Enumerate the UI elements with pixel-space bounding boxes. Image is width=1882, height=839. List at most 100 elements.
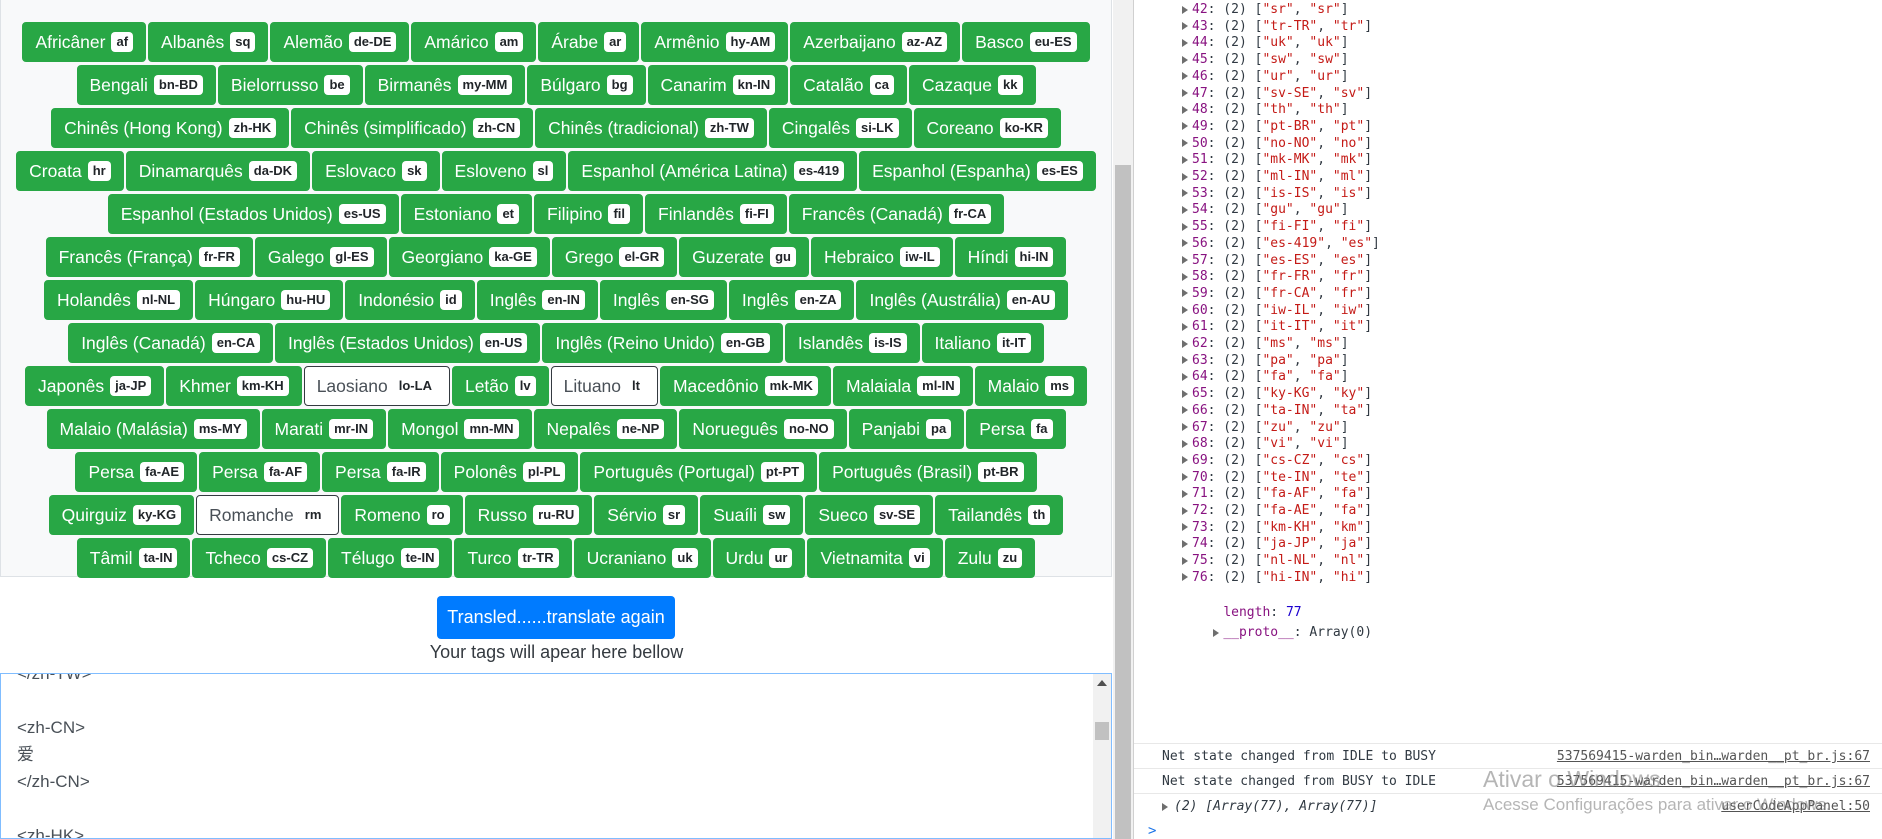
- scroll-up-arrow-icon[interactable]: [1097, 680, 1107, 686]
- expand-triangle-icon[interactable]: [1182, 322, 1188, 331]
- expand-triangle-icon[interactable]: [1182, 372, 1188, 381]
- language-button-gu[interactable]: Guzerate gu: [679, 237, 809, 277]
- expand-triangle-icon[interactable]: [1182, 55, 1188, 64]
- language-button-ru-RU[interactable]: Russo ru-RU: [464, 495, 593, 535]
- language-button-et[interactable]: Estoniano et: [400, 194, 533, 234]
- language-button-it-IT[interactable]: Italiano it-IT: [921, 323, 1044, 363]
- language-button-fa-AF[interactable]: Persa fa-AF: [199, 452, 321, 492]
- language-button-da-DK[interactable]: Dinamarquês da-DK: [125, 151, 311, 191]
- language-button-zh-CN[interactable]: Chinês (simplificado) zh-CN: [291, 108, 534, 148]
- expand-triangle-icon[interactable]: [1182, 473, 1188, 482]
- expand-triangle-icon[interactable]: [1182, 122, 1188, 131]
- language-button-hy-AM[interactable]: Armênio hy-AM: [641, 22, 789, 62]
- language-button-en-SG[interactable]: Inglês en-SG: [599, 280, 727, 320]
- language-button-fi-FI[interactable]: Finlandês fi-FI: [645, 194, 787, 234]
- language-button-sq[interactable]: Albanês sq: [148, 22, 269, 62]
- language-button-fa-IR[interactable]: Persa fa-IR: [322, 452, 439, 492]
- language-button-sw[interactable]: Suaíli sw: [700, 495, 804, 535]
- language-button-ms-MY[interactable]: Malaio (Malásia) ms-MY: [46, 409, 260, 449]
- language-button-ms[interactable]: Malaio ms: [974, 366, 1087, 406]
- language-button-am[interactable]: Amárico am: [411, 22, 537, 62]
- expand-triangle-icon[interactable]: [1182, 72, 1188, 81]
- language-button-en-AU[interactable]: Inglês (Austrália) en-AU: [856, 280, 1069, 320]
- language-button-pt-BR[interactable]: Português (Brasil) pt-BR: [819, 452, 1037, 492]
- language-button-lv[interactable]: Letão lv: [451, 366, 549, 406]
- expand-triangle-icon[interactable]: [1182, 523, 1188, 532]
- language-button-rm[interactable]: Romanche rm: [196, 495, 340, 535]
- page-scrollbar[interactable]: [1113, 0, 1133, 839]
- language-button-el-GR[interactable]: Grego el-GR: [551, 237, 678, 277]
- expand-triangle-icon[interactable]: [1182, 489, 1188, 498]
- language-button-hr[interactable]: Croata hr: [16, 151, 124, 191]
- expand-triangle-icon[interactable]: [1182, 5, 1188, 14]
- language-button-hu-HU[interactable]: Húngaro hu-HU: [195, 280, 344, 320]
- expand-triangle-icon[interactable]: [1182, 439, 1188, 448]
- language-button-pa[interactable]: Panjabi pa: [848, 409, 965, 449]
- expand-triangle-icon[interactable]: [1182, 573, 1188, 582]
- expand-triangle-icon[interactable]: [1182, 189, 1188, 198]
- language-button-kn-IN[interactable]: Canarim kn-IN: [647, 65, 789, 105]
- language-button-ml-IN[interactable]: Malaiala ml-IN: [832, 366, 973, 406]
- language-button-af[interactable]: Africâner af: [22, 22, 147, 62]
- page-scroll-thumb[interactable]: [1115, 165, 1131, 839]
- language-button-ky-KG[interactable]: Quirguiz ky-KG: [48, 495, 195, 535]
- language-button-ro[interactable]: Romeno ro: [341, 495, 463, 535]
- language-button-si-LK[interactable]: Cingalês si-LK: [768, 108, 912, 148]
- language-button-pt-PT[interactable]: Português (Portugal) pt-PT: [580, 452, 818, 492]
- language-button-sv-SE[interactable]: Sueco sv-SE: [805, 495, 934, 535]
- language-button-ka-GE[interactable]: Georgiano ka-GE: [388, 237, 550, 277]
- language-button-en-IN[interactable]: Inglês en-IN: [476, 280, 598, 320]
- language-button-cs-CZ[interactable]: Tcheco cs-CZ: [192, 538, 327, 578]
- expand-triangle-icon[interactable]: [1182, 389, 1188, 398]
- language-button-ne-NP[interactable]: Nepalês ne-NP: [533, 409, 678, 449]
- language-button-lo-LA[interactable]: Laosiano lo-LA: [303, 366, 450, 406]
- expand-triangle-icon[interactable]: [1182, 155, 1188, 164]
- expand-triangle-icon[interactable]: [1182, 356, 1188, 365]
- language-button-is-IS[interactable]: Islandês is-IS: [784, 323, 920, 363]
- language-button-pl-PL[interactable]: Polonês pl-PL: [440, 452, 579, 492]
- expand-triangle-icon[interactable]: [1182, 205, 1188, 214]
- language-button-zu[interactable]: Zulu zu: [944, 538, 1036, 578]
- language-button-fr-FR[interactable]: Francês (França) fr-FR: [45, 237, 253, 277]
- language-button-bn-BD[interactable]: Bengali bn-BD: [76, 65, 216, 105]
- expand-triangle-icon[interactable]: [1182, 38, 1188, 47]
- expand-triangle-icon[interactable]: [1182, 172, 1188, 181]
- language-button-gl-ES[interactable]: Galego gl-ES: [254, 237, 387, 277]
- language-button-de-DE[interactable]: Alemão de-DE: [270, 22, 410, 62]
- console-prompt-caret[interactable]: >: [1148, 823, 1156, 839]
- language-button-te-IN[interactable]: Télugo te-IN: [328, 538, 453, 578]
- expand-triangle-icon[interactable]: [1182, 256, 1188, 264]
- language-button-mr-IN[interactable]: Marati mr-IN: [261, 409, 387, 449]
- language-button-en-ZA[interactable]: Inglês en-ZA: [728, 280, 855, 320]
- language-button-zh-HK[interactable]: Chinês (Hong Kong) zh-HK: [51, 108, 290, 148]
- language-button-en-CA[interactable]: Inglês (Canadá) en-CA: [68, 323, 273, 363]
- language-button-nl-NL[interactable]: Holandês nl-NL: [43, 280, 194, 320]
- expand-triangle-icon[interactable]: [1182, 89, 1188, 97]
- expand-triangle-icon[interactable]: [1182, 272, 1188, 281]
- language-button-sk[interactable]: Eslovaco sk: [312, 151, 440, 191]
- language-button-hi-IN[interactable]: Híndi hi-IN: [954, 237, 1067, 277]
- language-button-fa[interactable]: Persa fa: [966, 409, 1066, 449]
- language-button-uk[interactable]: Ucraniano uk: [573, 538, 711, 578]
- expand-triangle-icon[interactable]: [1182, 306, 1188, 315]
- language-button-eu-ES[interactable]: Basco eu-ES: [962, 22, 1090, 62]
- expand-triangle-icon[interactable]: [1182, 289, 1188, 298]
- language-button-my-MM[interactable]: Birmanês my-MM: [364, 65, 526, 105]
- language-button-en-US[interactable]: Inglês (Estados Unidos) en-US: [275, 323, 541, 363]
- language-button-fa-AE[interactable]: Persa fa-AE: [75, 452, 198, 492]
- language-button-iw-IL[interactable]: Hebraico iw-IL: [811, 237, 953, 277]
- language-button-sl[interactable]: Esloveno sl: [441, 151, 567, 191]
- language-button-kk[interactable]: Cazaque kk: [908, 65, 1036, 105]
- language-button-ca[interactable]: Catalão ca: [790, 65, 907, 105]
- array-proto-row[interactable]: __proto__: Array(0): [1182, 603, 1372, 640]
- language-button-mn-MN[interactable]: Mongol mn-MN: [388, 409, 532, 449]
- expand-triangle-icon[interactable]: [1182, 406, 1188, 415]
- language-button-ja-JP[interactable]: Japonês ja-JP: [25, 366, 165, 406]
- language-button-en-GB[interactable]: Inglês (Reino Unido) en-GB: [542, 323, 783, 363]
- language-button-no-NO[interactable]: Norueguês no-NO: [679, 409, 847, 449]
- expand-triangle-icon[interactable]: [1182, 222, 1188, 231]
- output-scroll-thumb[interactable]: [1095, 722, 1109, 740]
- language-button-fil[interactable]: Filipino fil: [534, 194, 644, 234]
- language-button-tr-TR[interactable]: Turco tr-TR: [454, 538, 572, 578]
- language-button-ar[interactable]: Árabe ar: [538, 22, 640, 62]
